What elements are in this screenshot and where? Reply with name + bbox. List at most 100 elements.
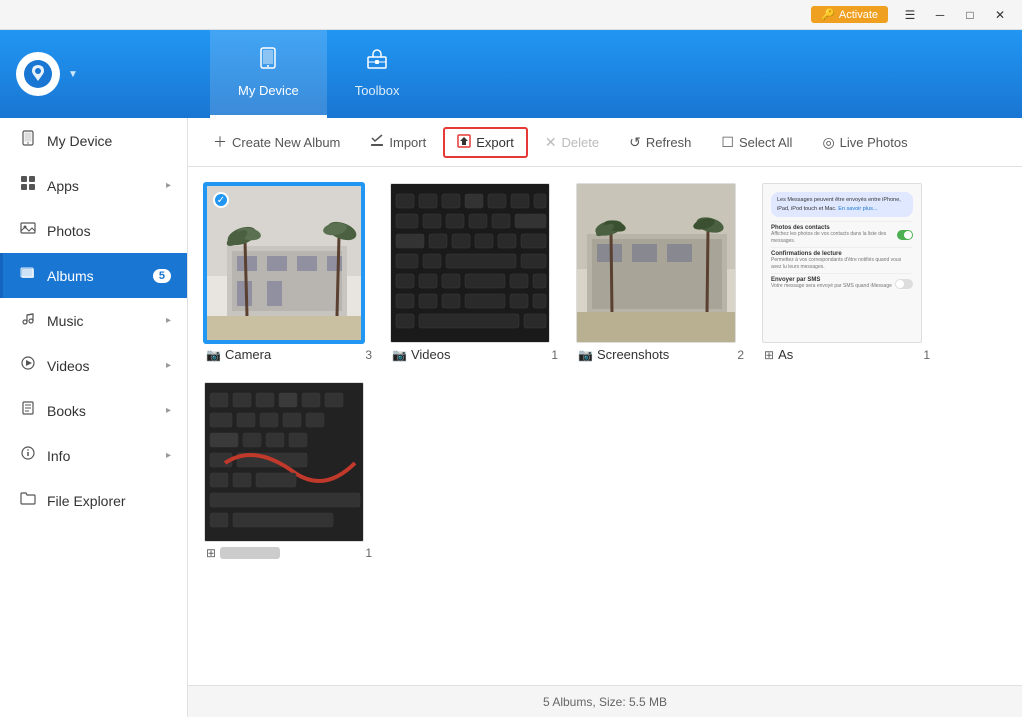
- nav-tab-device-label: My Device: [238, 83, 299, 98]
- sidebar-item-info-label: Info: [47, 448, 156, 464]
- camera-album-icon: 📷: [206, 348, 221, 362]
- photos-icon: [19, 220, 37, 241]
- sidebar-item-photos-label: Photos: [47, 223, 171, 239]
- export-button[interactable]: Export: [443, 127, 528, 158]
- album-thumb-blurred: [204, 382, 364, 542]
- select-all-button[interactable]: ☐ Select All: [708, 128, 805, 157]
- create-album-button[interactable]: ＋ Create New Album: [200, 126, 353, 158]
- device-icon: [19, 130, 37, 151]
- album-info-as: ⊞ As 1: [762, 343, 932, 366]
- sms-desc: Votre message sera envoyé par SMS quand …: [771, 283, 892, 290]
- minimize-button[interactable]: ─: [926, 4, 954, 26]
- sidebar-item-books-label: Books: [47, 403, 156, 419]
- videos-album-icon: 📷: [392, 348, 407, 362]
- delete-label: Delete: [562, 135, 600, 150]
- export-icon: [457, 134, 471, 151]
- blurred-album-icon: ⊞: [206, 546, 216, 560]
- live-photos-button[interactable]: ◎ Live Photos: [809, 128, 920, 157]
- nav-tab-toolbox[interactable]: Toolbox: [327, 30, 428, 118]
- hamburger-button[interactable]: ☰: [896, 4, 924, 26]
- albums-badge: 5: [153, 269, 171, 283]
- nav-tab-my-device[interactable]: My Device: [210, 30, 327, 118]
- contacts-label-group: Photos des contacts Affichez les photos …: [771, 225, 897, 244]
- sidebar-item-explorer-label: File Explorer: [47, 493, 171, 509]
- nav-tab-toolbox-label: Toolbox: [355, 83, 400, 98]
- sidebar: My Device Apps ▸: [0, 118, 188, 717]
- device-icon: [256, 47, 280, 77]
- contacts-desc: Affichez les photos de vos contacts dans…: [771, 231, 897, 244]
- sidebar-item-apps[interactable]: Apps ▸: [0, 163, 187, 208]
- learn-more: En savoir plus...: [838, 206, 877, 212]
- sms-row: Envoyer par SMS Votre message sera envoy…: [771, 277, 913, 290]
- keyboard-thumb-bg: [391, 184, 549, 342]
- contacts-toggle: [897, 230, 913, 240]
- album-count-camera: 3: [365, 348, 372, 362]
- books-arrow: ▸: [166, 405, 171, 416]
- import-label: Import: [389, 135, 426, 150]
- import-button[interactable]: Import: [357, 128, 439, 157]
- sidebar-item-music[interactable]: Music ▸: [0, 298, 187, 343]
- videos-icon: [19, 355, 37, 376]
- header: ▼ My Device: [0, 30, 1022, 118]
- sidebar-item-my-device[interactable]: My Device: [0, 118, 187, 163]
- receipts-row: Confirmations de lecture Permettez à vos…: [771, 251, 913, 270]
- album-name-row-videos: 📷 Videos: [392, 347, 450, 362]
- info-arrow: ▸: [166, 450, 171, 461]
- divider: [771, 221, 913, 222]
- album-selected-indicator: ✓: [213, 192, 229, 208]
- window-controls: ☰ ─ □ ✕: [896, 4, 1014, 26]
- sidebar-item-device-label: My Device: [47, 133, 171, 149]
- album-name-row: 📷 Camera: [206, 347, 271, 362]
- sms-label-group: Envoyer par SMS Votre message sera envoy…: [771, 277, 892, 290]
- app: ▼ My Device: [0, 30, 1022, 717]
- close-button[interactable]: ✕: [986, 4, 1014, 26]
- sidebar-item-info[interactable]: Info ▸: [0, 433, 187, 478]
- sidebar-item-apps-label: Apps: [47, 178, 156, 194]
- books-icon: [19, 400, 37, 421]
- activate-button[interactable]: 🔑 Activate: [811, 6, 888, 23]
- album-count-screenshots: 2: [737, 348, 744, 362]
- plus-icon: ＋: [213, 132, 227, 152]
- refresh-label: Refresh: [646, 135, 692, 150]
- delete-button[interactable]: ✕ Delete: [532, 128, 612, 157]
- album-item-as[interactable]: Les Messages peuvent être envoyés entre …: [762, 183, 932, 366]
- screenshots-album-icon: 📷: [578, 348, 593, 362]
- album-name-row-as: ⊞ As: [764, 347, 793, 362]
- sidebar-item-albums[interactable]: Albums 5: [0, 253, 187, 298]
- toolbox-icon: [365, 47, 389, 77]
- album-item-camera[interactable]: ✓ 📷 Camera 3: [204, 183, 374, 366]
- apps-arrow: ▸: [166, 180, 171, 191]
- album-item-blurred[interactable]: ⊞ 1: [204, 382, 374, 564]
- album-info-camera: 📷 Camera 3: [204, 343, 374, 366]
- sidebar-item-file-explorer[interactable]: File Explorer: [0, 478, 187, 523]
- album-item-videos[interactable]: 📷 Videos 1: [390, 183, 560, 366]
- album-name-blurred: [220, 547, 280, 559]
- delete-icon: ✕: [545, 134, 557, 151]
- album-thumb-camera: ✓: [204, 183, 364, 343]
- album-name-videos: Videos: [411, 347, 451, 362]
- sidebar-item-photos[interactable]: Photos: [0, 208, 187, 253]
- toolbar: ＋ Create New Album Import: [188, 118, 1022, 167]
- sidebar-item-videos-label: Videos: [47, 358, 156, 374]
- sidebar-item-videos[interactable]: Videos ▸: [0, 343, 187, 388]
- album-name-camera: Camera: [225, 347, 271, 362]
- logo: [16, 52, 60, 96]
- sidebar-item-albums-label: Albums: [47, 268, 143, 284]
- receipts-label-group: Confirmations de lecture Permettez à vos…: [771, 251, 913, 270]
- music-arrow: ▸: [166, 315, 171, 326]
- beach-thumb-bg: [577, 184, 735, 342]
- export-label: Export: [476, 135, 514, 150]
- status-text: 5 Albums, Size: 5.5 MB: [543, 695, 667, 709]
- sidebar-item-books[interactable]: Books ▸: [0, 388, 187, 433]
- create-album-label: Create New Album: [232, 135, 340, 150]
- refresh-icon: ↺: [629, 134, 641, 151]
- status-bar: 5 Albums, Size: 5.5 MB: [188, 685, 1022, 717]
- album-name-row-screenshots: 📷 Screenshots: [578, 347, 669, 362]
- videos-arrow: ▸: [166, 360, 171, 371]
- refresh-button[interactable]: ↺ Refresh: [616, 128, 704, 157]
- album-info-screenshots: 📷 Screenshots 2: [576, 343, 746, 366]
- content-area: ＋ Create New Album Import: [188, 118, 1022, 717]
- maximize-button[interactable]: □: [956, 4, 984, 26]
- title-bar: 🔑 Activate ☰ ─ □ ✕: [0, 0, 1022, 30]
- album-item-screenshots[interactable]: 📷 Screenshots 2: [576, 183, 746, 366]
